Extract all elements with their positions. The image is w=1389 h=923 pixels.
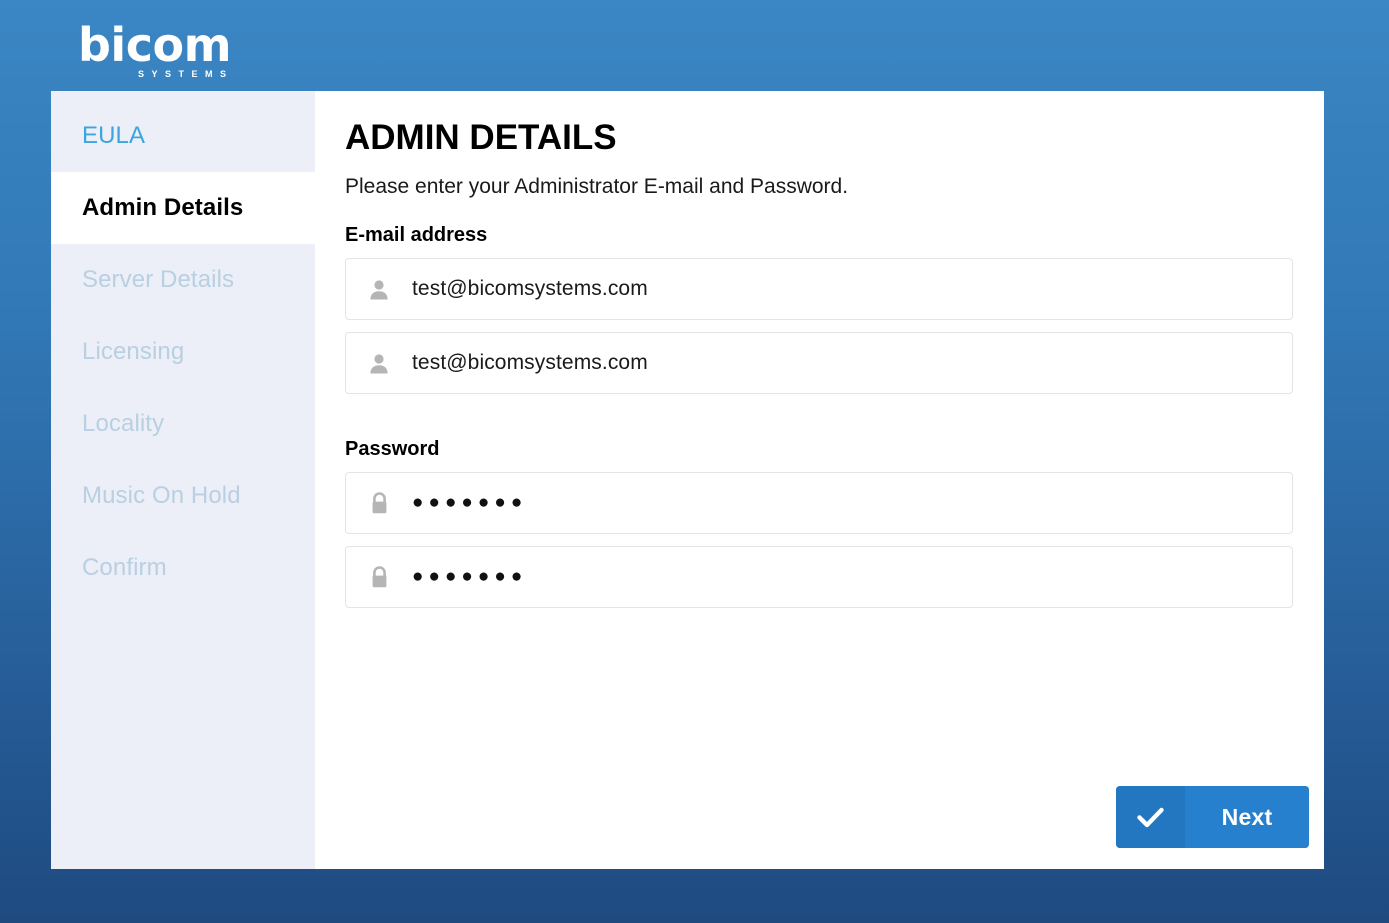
sidebar-item-server-details[interactable]: Server Details [51,244,315,316]
email-confirm-field[interactable]: test@bicomsystems.com [345,332,1293,394]
password-confirm-field[interactable]: ●●●●●●● [345,546,1293,608]
brand-name: bicom [78,22,338,68]
user-icon [346,279,412,300]
next-button[interactable]: Next [1116,786,1309,848]
sidebar-item-label: Confirm [82,554,167,582]
page-title: ADMIN DETAILS [345,117,1293,159]
lock-icon [346,566,412,588]
sidebar-item-eula[interactable]: EULA [51,100,315,172]
sidebar-item-confirm[interactable]: Confirm [51,532,315,604]
sidebar-item-label: Locality [82,410,164,438]
page-subtitle: Please enter your Administrator E-mail a… [345,173,1293,201]
email-confirm-value: test@bicomsystems.com [412,350,648,376]
brand-logo: bicom SYSTEMS [78,22,338,82]
sidebar-item-label: Server Details [82,266,234,294]
sidebar-item-label: Admin Details [82,194,243,222]
wizard-sidebar: EULA Admin Details Server Details Licens… [51,91,315,869]
email-field-label: E-mail address [345,222,1293,248]
sidebar-item-music-on-hold[interactable]: Music On Hold [51,460,315,532]
password-field-label: Password [345,436,1293,462]
email-value: test@bicomsystems.com [412,276,648,302]
sidebar-item-locality[interactable]: Locality [51,388,315,460]
brand-tagline: SYSTEMS [138,69,338,79]
sidebar-item-licensing[interactable]: Licensing [51,316,315,388]
password-value: ●●●●●●● [412,490,527,516]
lock-icon [346,492,412,514]
wizard-card: EULA Admin Details Server Details Licens… [51,91,1324,869]
password-confirm-value: ●●●●●●● [412,564,527,590]
sidebar-item-label: Music On Hold [82,482,241,510]
sidebar-item-label: Licensing [82,338,184,366]
email-field[interactable]: test@bicomsystems.com [345,258,1293,320]
wizard-main-panel: ADMIN DETAILS Please enter your Administ… [315,91,1324,869]
password-field[interactable]: ●●●●●●● [345,472,1293,534]
user-icon [346,353,412,374]
sidebar-item-admin-details[interactable]: Admin Details [51,172,315,244]
next-button-label: Next [1185,786,1309,848]
check-icon [1116,786,1185,848]
sidebar-item-label: EULA [82,122,145,150]
